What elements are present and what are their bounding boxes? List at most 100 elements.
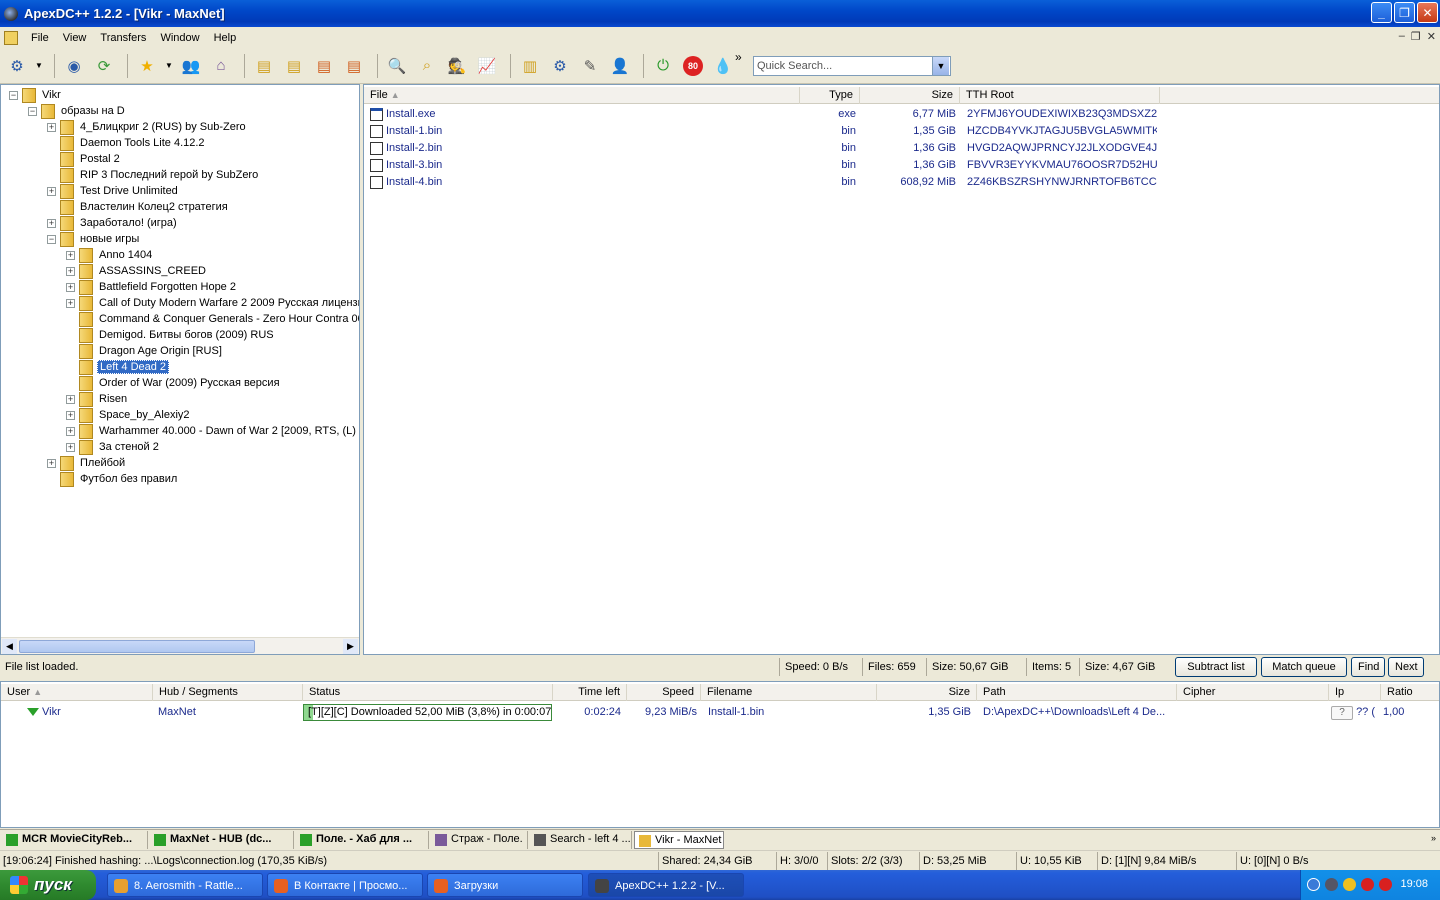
expand-icon[interactable]: + — [66, 394, 75, 404]
network-stats-icon[interactable]: 📈 — [474, 53, 500, 79]
user-icon[interactable]: 👤 — [607, 53, 633, 79]
column-speed[interactable]: Speed — [627, 684, 701, 701]
window-tab[interactable]: Поле. - Хаб для ... — [296, 831, 429, 849]
column-cipher[interactable]: Cipher — [1177, 684, 1329, 701]
expand-icon[interactable]: + — [47, 218, 56, 228]
menu-help[interactable]: Help — [207, 30, 244, 46]
tree-node[interactable]: Футбол без правил — [47, 471, 179, 487]
column-size[interactable]: Size — [860, 87, 960, 104]
connect-icon[interactable]: ⚙ — [4, 53, 30, 79]
quick-search-dropdown-icon[interactable]: ▼ — [932, 57, 949, 75]
expand-icon[interactable]: + — [47, 122, 56, 132]
tree-node[interactable]: + Risen — [66, 391, 129, 407]
adl-search-icon[interactable]: ⌕ — [414, 53, 440, 79]
transfer-row[interactable]: Vikr MaxNet [T][Z][C] Downloaded 52,00 M… — [1, 703, 1439, 721]
column-file[interactable]: File ▲ — [364, 87, 800, 104]
connect-dropdown-icon[interactable]: ▼ — [34, 53, 44, 79]
search-icon[interactable]: 🔍 — [384, 53, 410, 79]
tree-node[interactable]: + Плейбой — [47, 455, 127, 471]
file-row[interactable]: Install.exe exe 6,77 MiB 2YFMJ6YOUDEXIWIXB2… — [364, 106, 1439, 123]
file-row[interactable]: Install-1.bin bin 1,35 GiB HZCDB4YVKJTAGJU5… — [364, 123, 1439, 140]
tree-node[interactable]: Demigod. Битвы богов (2009) RUS — [66, 327, 276, 343]
menu-transfers[interactable]: Transfers — [93, 30, 153, 46]
taskbar-button[interactable]: 8. Aerosmith - Rattle... — [107, 873, 263, 897]
window-tab[interactable]: Vikr - MaxNet — [634, 831, 724, 849]
tree-node[interactable]: Left 4 Dead 2 — [66, 359, 170, 375]
column-ratio[interactable]: Ratio — [1381, 684, 1439, 701]
file-row[interactable]: Install-4.bin bin 608,92 MiB 2Z46KBSZRSHYNW… — [364, 174, 1439, 191]
column-path[interactable]: Path — [977, 684, 1177, 701]
favorites-icon[interactable]: ★ — [134, 53, 160, 79]
mdi-folder-icon[interactable] — [4, 30, 18, 45]
tray-arrow-icon[interactable] — [1307, 878, 1320, 891]
limiter-icon[interactable]: 80 — [680, 53, 706, 79]
shield-icon[interactable] — [1343, 878, 1356, 891]
tree-node[interactable]: + Space_by_Alexiy2 — [66, 407, 192, 423]
window-tab[interactable]: MCR MovieCityReb... — [2, 831, 148, 849]
tree-node[interactable]: Dragon Age Origin [RUS] — [66, 343, 224, 359]
minimize-button[interactable]: _ — [1371, 2, 1392, 23]
mdi-close-button[interactable]: ✕ — [1427, 30, 1436, 43]
tree-node[interactable]: Властелин Колец2 стратегия — [47, 199, 230, 215]
taskbar-button[interactable]: В Контакте | Просмо... — [267, 873, 423, 897]
tree-node[interactable]: Order of War (2009) Русская версия — [66, 375, 282, 391]
tree-node[interactable]: + Battlefield Forgotten Hope 2 — [66, 279, 238, 295]
search-spy-icon[interactable]: 🕵 — [444, 53, 470, 79]
tree-node[interactable]: + Warhammer 40.000 - Dawn of War 2 [2009,… — [66, 423, 358, 439]
file-row[interactable]: Install-3.bin bin 1,36 GiB FBVVR3EYYKVMAU76… — [364, 157, 1439, 174]
scrollbar-thumb[interactable] — [19, 640, 255, 653]
file-row[interactable]: Install-2.bin bin 1,36 GiB HVGD2AQWJPRNCYJ2… — [364, 140, 1439, 157]
taskbar-button[interactable]: Загрузки — [427, 873, 583, 897]
scroll-right-icon[interactable]: ▶ — [343, 639, 358, 654]
upload-queue-icon[interactable]: ▤ — [311, 53, 337, 79]
tree-node[interactable]: − Vikr — [9, 87, 63, 103]
column-size[interactable]: Size — [877, 684, 977, 701]
away-icon[interactable]: ⏻ — [650, 53, 676, 79]
column-user[interactable]: User ▲ — [1, 684, 153, 701]
mdi-restore-button[interactable]: ❐ — [1411, 30, 1421, 43]
next-button[interactable]: Next — [1388, 657, 1424, 677]
menu-file[interactable]: File — [24, 30, 56, 46]
tree-node[interactable]: Daemon Tools Lite 4.12.2 — [47, 135, 207, 151]
taskbar-button[interactable]: ApexDC++ 1.2.2 - [V... — [588, 873, 744, 897]
antivirus-icon[interactable] — [1361, 878, 1374, 891]
tree-node[interactable]: Postal 2 — [47, 151, 122, 167]
expand-icon[interactable]: + — [47, 186, 56, 196]
security-alert-icon[interactable] — [1379, 878, 1392, 891]
tree-node[interactable]: + Заработало! (игра) — [47, 215, 179, 231]
tree-node[interactable]: + Anno 1404 — [66, 247, 154, 263]
tree-node[interactable]: + Test Drive Unlimited — [47, 183, 180, 199]
toolbar-chevron-icon[interactable]: » — [735, 50, 742, 64]
column-tth-root[interactable]: TTH Root — [960, 87, 1160, 104]
window-tab[interactable]: Страж - Поле. — [431, 831, 528, 849]
tree-node[interactable]: − новые игры — [47, 231, 141, 247]
expand-icon[interactable]: + — [66, 426, 75, 436]
tree-node[interactable]: − образы на D — [28, 103, 127, 119]
tree-node[interactable]: + Call of Duty Modern Warfare 2 2009 Русс… — [66, 295, 359, 311]
expand-icon[interactable]: + — [66, 266, 75, 276]
tree-node[interactable]: Command & Conquer Generals - Zero Hour C… — [66, 311, 359, 327]
reconnect-icon[interactable]: ◉ — [61, 53, 87, 79]
expand-icon[interactable]: + — [66, 442, 75, 452]
column-time-left[interactable]: Time left — [553, 684, 627, 701]
column-ip[interactable]: Ip — [1329, 684, 1381, 701]
column-type[interactable]: Type — [800, 87, 860, 104]
queue-icon[interactable]: ▤ — [251, 53, 277, 79]
finished-icon[interactable]: ▤ — [281, 53, 307, 79]
quick-search-box[interactable]: ▼ — [753, 56, 951, 76]
collapse-icon[interactable]: − — [28, 106, 37, 116]
subtract-list-button[interactable]: Subtract list — [1175, 657, 1257, 677]
follow-redirect-icon[interactable]: ⟳ — [91, 53, 117, 79]
scroll-left-icon[interactable]: ◀ — [2, 639, 17, 654]
mdi-minimize-button[interactable]: – — [1399, 30, 1405, 43]
finished-uploads-icon[interactable]: ▤ — [341, 53, 367, 79]
notepad-icon[interactable]: ✎ — [577, 53, 603, 79]
tree-horizontal-scrollbar[interactable]: ◀ ▶ — [1, 637, 359, 654]
recent-hubs-icon[interactable]: ⌂ — [208, 53, 234, 79]
expand-icon[interactable]: + — [66, 282, 75, 292]
collapse-icon[interactable]: − — [47, 234, 56, 244]
tree-node[interactable]: + ASSASSINS_CREED — [66, 263, 208, 279]
update-icon[interactable]: 💧 — [710, 53, 736, 79]
tabbar-scroll-icon[interactable]: » — [1431, 833, 1436, 843]
menu-window[interactable]: Window — [153, 30, 206, 46]
